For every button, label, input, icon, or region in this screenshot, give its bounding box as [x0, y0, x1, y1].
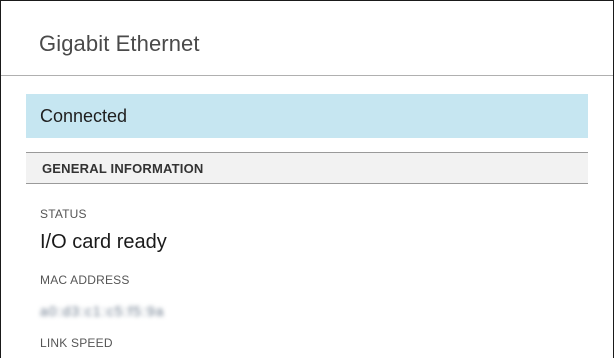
- status-label: STATUS: [40, 207, 87, 221]
- general-information-section-header[interactable]: GENERAL INFORMATION: [26, 152, 588, 184]
- panel-header: Gigabit Ethernet: [1, 1, 613, 76]
- ethernet-panel: Gigabit Ethernet Connected GENERAL INFOR…: [0, 0, 614, 358]
- mac-address-value: a0:d3:c1:c5:f5:9a: [40, 303, 165, 319]
- section-title: GENERAL INFORMATION: [42, 161, 204, 176]
- page-title: Gigabit Ethernet: [39, 31, 200, 56]
- link-speed-label: LINK SPEED: [40, 336, 113, 350]
- connection-status-banner: Connected: [26, 94, 588, 138]
- mac-address-label: MAC ADDRESS: [40, 273, 130, 287]
- connection-status-text: Connected: [40, 106, 128, 126]
- status-value: I/O card ready: [40, 231, 167, 253]
